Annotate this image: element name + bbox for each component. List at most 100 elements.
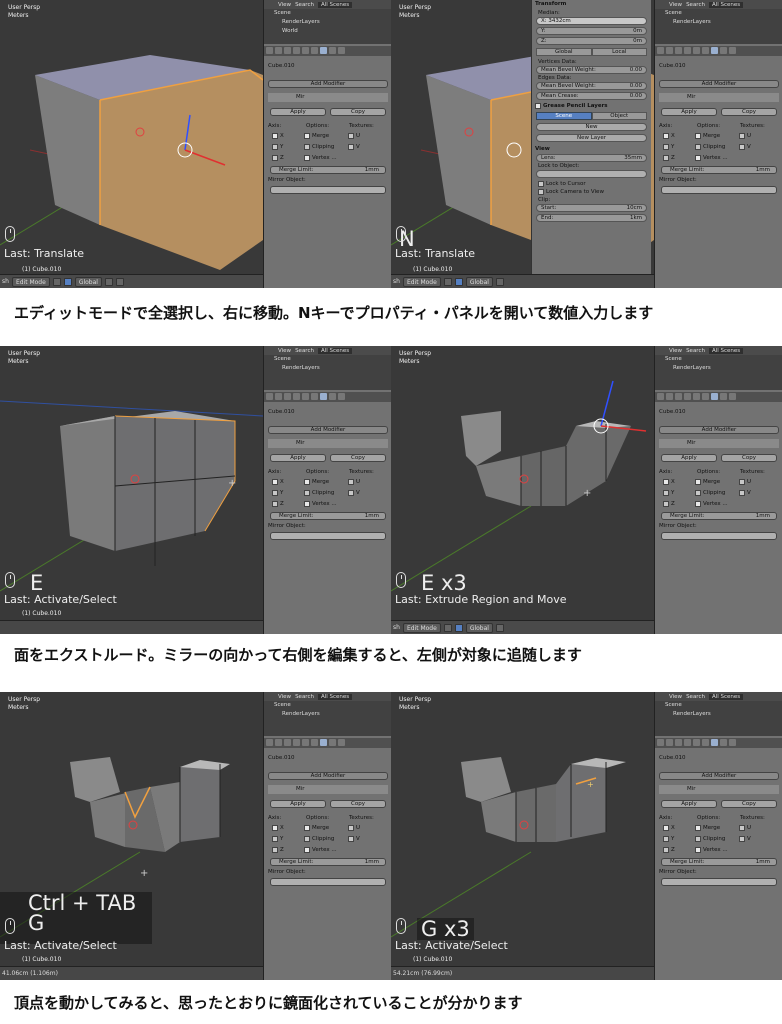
snap-icon[interactable] — [495, 277, 504, 286]
constraints-tab-icon[interactable] — [702, 393, 709, 400]
texture-u-checkbox[interactable]: U — [348, 132, 378, 141]
merge-checkbox[interactable]: Merge — [695, 132, 739, 141]
outliner-item-world[interactable]: World — [264, 27, 391, 36]
tab-all-scenes[interactable]: All Scenes — [317, 1, 353, 8]
object-tab-icon[interactable] — [302, 739, 309, 746]
axis-x-checkbox[interactable]: X — [272, 478, 302, 487]
mode-select[interactable]: Edit Mode — [402, 622, 441, 633]
merge-limit-field[interactable]: Merge Limit: 1mm — [270, 512, 386, 520]
tab-all-scenes[interactable]: All Scenes — [708, 347, 744, 354]
texture-v-checkbox[interactable]: V — [348, 143, 378, 152]
object-toggle[interactable]: Object — [591, 112, 647, 120]
world-tab-icon[interactable] — [293, 739, 300, 746]
scene-tab-icon[interactable] — [675, 393, 682, 400]
render-tab-icon[interactable] — [266, 47, 273, 54]
mirror-object-field[interactable] — [270, 186, 386, 194]
vertex-groups-checkbox[interactable]: Vertex ... — [695, 846, 739, 855]
outliner-item-renderlayers[interactable]: RenderLayers — [655, 18, 782, 27]
new-button[interactable]: New — [536, 123, 647, 131]
texture-u-checkbox[interactable]: U — [348, 478, 378, 487]
data-tab-icon[interactable] — [720, 47, 727, 54]
object-tab-icon[interactable] — [693, 739, 700, 746]
merge-checkbox[interactable]: Merge — [304, 824, 348, 833]
outliner-item-scene[interactable]: Scene — [264, 9, 391, 18]
new-layer-button[interactable]: New Layer — [536, 134, 647, 142]
tab-search[interactable]: Search — [295, 694, 314, 700]
outliner-item-renderlayers[interactable]: RenderLayers — [264, 710, 391, 719]
tab-search[interactable]: Search — [686, 694, 705, 700]
add-modifier-button[interactable]: Add Modifier — [659, 772, 779, 780]
axis-x-checkbox[interactable]: X — [272, 132, 302, 141]
scene-tab-icon[interactable] — [284, 393, 291, 400]
merge-limit-field[interactable]: Merge Limit: 1mm — [661, 512, 777, 520]
lens-field[interactable]: Lens: 35mm — [536, 154, 647, 162]
outliner-item-renderlayers[interactable]: RenderLayers — [655, 710, 782, 719]
transform-header[interactable]: Transform — [532, 0, 651, 9]
texture-u-checkbox[interactable]: U — [739, 478, 769, 487]
texture-v-checkbox[interactable]: V — [739, 143, 769, 152]
tab-view[interactable]: View — [669, 348, 682, 354]
tab-all-scenes[interactable]: All Scenes — [708, 1, 744, 8]
tab-view[interactable]: View — [278, 348, 291, 354]
copy-button[interactable]: Copy — [330, 800, 386, 808]
lock-object-field[interactable] — [536, 170, 647, 178]
mirror-object-field[interactable] — [270, 532, 386, 540]
edge-bevel-weight-field[interactable]: Mean Bevel Weight: 0.00 — [536, 82, 647, 90]
render-tab-icon[interactable] — [266, 393, 273, 400]
render-tab-icon[interactable] — [657, 47, 664, 54]
tab-all-scenes[interactable]: All Scenes — [708, 693, 744, 700]
modifiers-tab-icon[interactable] — [320, 47, 327, 54]
snap-icon[interactable] — [104, 277, 113, 286]
clipping-checkbox[interactable]: Clipping — [304, 835, 348, 844]
axis-x-checkbox[interactable]: X — [663, 824, 693, 833]
select-mode-icon[interactable] — [63, 277, 72, 286]
median-y-field[interactable]: Y: 0m — [536, 27, 647, 35]
add-modifier-button[interactable]: Add Modifier — [268, 772, 388, 780]
add-modifier-button[interactable]: Add Modifier — [659, 426, 779, 434]
object-tab-icon[interactable] — [693, 393, 700, 400]
apply-button[interactable]: Apply — [270, 108, 326, 116]
outliner-item-scene[interactable]: Scene — [655, 355, 782, 364]
constraints-tab-icon[interactable] — [311, 393, 318, 400]
axis-z-checkbox[interactable]: Z — [663, 154, 693, 163]
axis-y-checkbox[interactable]: Y — [272, 489, 302, 498]
grease-pencil-header[interactable]: Grease Pencil Layers — [532, 102, 651, 111]
data-tab-icon[interactable] — [329, 393, 336, 400]
axis-y-checkbox[interactable]: Y — [272, 143, 302, 152]
constraints-tab-icon[interactable] — [702, 739, 709, 746]
add-modifier-button[interactable]: Add Modifier — [659, 80, 779, 88]
texture-u-checkbox[interactable]: U — [739, 132, 769, 141]
axis-z-checkbox[interactable]: Z — [663, 846, 693, 855]
axis-y-checkbox[interactable]: Y — [663, 143, 693, 152]
data-tab-icon[interactable] — [329, 47, 336, 54]
data-tab-icon[interactable] — [720, 739, 727, 746]
axis-z-checkbox[interactable]: Z — [272, 154, 302, 163]
material-tab-icon[interactable] — [338, 393, 345, 400]
tab-all-scenes[interactable]: All Scenes — [317, 693, 353, 700]
material-tab-icon[interactable] — [729, 393, 736, 400]
clipping-checkbox[interactable]: Clipping — [695, 835, 739, 844]
axis-y-checkbox[interactable]: Y — [663, 489, 693, 498]
texture-v-checkbox[interactable]: V — [739, 489, 769, 498]
view-icon[interactable] — [443, 623, 452, 632]
texture-u-checkbox[interactable]: U — [348, 824, 378, 833]
copy-button[interactable]: Copy — [330, 108, 386, 116]
axis-y-checkbox[interactable]: Y — [663, 835, 693, 844]
render-tab-icon[interactable] — [657, 739, 664, 746]
world-tab-icon[interactable] — [293, 47, 300, 54]
material-tab-icon[interactable] — [729, 47, 736, 54]
merge-limit-field[interactable]: Merge Limit: 1mm — [661, 858, 777, 866]
merge-checkbox[interactable]: Merge — [304, 132, 348, 141]
layers-tab-icon[interactable] — [275, 739, 282, 746]
outliner-item-renderlayers[interactable]: RenderLayers — [264, 364, 391, 373]
median-z-field[interactable]: Z: 0m — [536, 37, 647, 45]
scene-tab-icon[interactable] — [675, 739, 682, 746]
apply-button[interactable]: Apply — [270, 454, 326, 462]
layers-tab-icon[interactable] — [666, 393, 673, 400]
tab-view[interactable]: View — [278, 2, 291, 8]
vertex-groups-checkbox[interactable]: Vertex ... — [695, 154, 739, 163]
clipping-checkbox[interactable]: Clipping — [695, 143, 739, 152]
3d-viewport[interactable]: + User Persp Meters E Last: Activate/Sel… — [0, 346, 263, 620]
lock-to-cursor-checkbox[interactable]: Lock to Cursor — [532, 180, 651, 188]
tab-view[interactable]: View — [669, 694, 682, 700]
